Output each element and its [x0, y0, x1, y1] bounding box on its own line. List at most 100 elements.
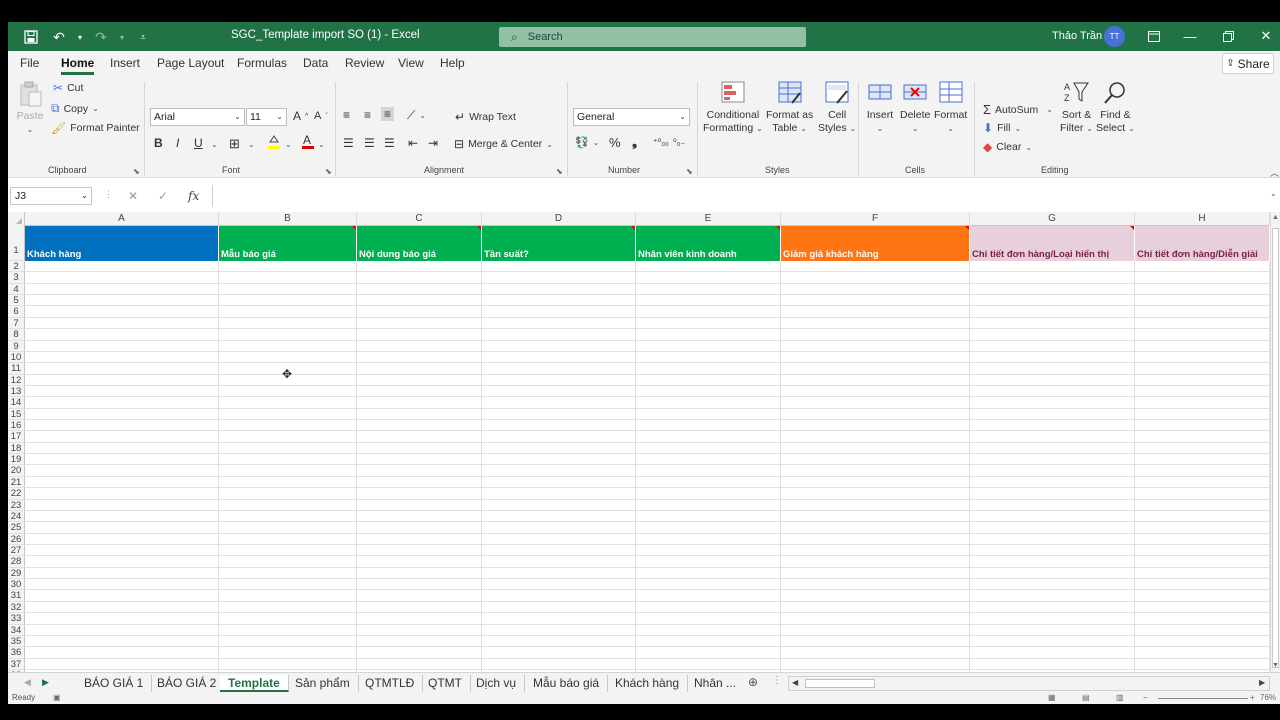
vertical-scrollbar[interactable]: ▲ ▼	[1270, 212, 1280, 672]
wrap-text-button[interactable]: ↵ Wrap Text	[455, 110, 516, 124]
sheet-tab-qtmt[interactable]: QTMT	[420, 675, 471, 692]
align-right-icon[interactable]: ☰	[384, 136, 395, 150]
row-header[interactable]: 10	[8, 351, 25, 364]
row-header[interactable]: 24	[8, 510, 25, 523]
row-header[interactable]: 20	[8, 465, 25, 477]
horizontal-scrollbar[interactable]: ◀ ▶	[788, 676, 1270, 691]
expand-formula-bar-icon[interactable]: ⌄	[1270, 189, 1277, 198]
scroll-right-icon[interactable]: ▶	[1259, 678, 1265, 687]
conditional-formatting-button[interactable]: Conditional Formatting ⌄	[703, 79, 763, 135]
underline-icon[interactable]: U	[194, 136, 203, 150]
macro-record-icon[interactable]: ▣	[53, 693, 61, 702]
row-header[interactable]: 36	[8, 647, 25, 659]
tab-view[interactable]: View	[398, 56, 424, 70]
row-header[interactable]: 15	[8, 408, 25, 421]
row-header[interactable]: 17	[8, 431, 25, 443]
orientation-icon[interactable]: ⟋ ⌄	[407, 108, 426, 123]
sheet-tab-bao-gia-2[interactable]: BÁO GIÁ 2	[149, 675, 226, 692]
header-cell[interactable]: Khách hàng	[25, 226, 219, 261]
sheet-tab-bao-gia-1[interactable]: BÁO GIÁ 1	[76, 675, 153, 692]
name-box[interactable]: J3 ⌄	[10, 187, 92, 205]
column-header-c[interactable]: C	[357, 212, 482, 226]
column-header-e[interactable]: E	[636, 212, 781, 226]
clear-button[interactable]: ◆ Clear ⌄	[983, 140, 1032, 154]
autosum-button[interactable]: Σ AutoSum ⌄	[983, 102, 1053, 117]
page-break-view-icon[interactable]: ▥	[1116, 693, 1124, 702]
row-header[interactable]: 35	[8, 635, 25, 648]
restore-icon[interactable]	[1216, 26, 1240, 46]
comma-style-icon[interactable]: ❟	[632, 134, 637, 150]
row-header[interactable]: 34	[8, 624, 25, 636]
font-size-combo[interactable]: 11 ⌄	[246, 108, 287, 126]
row-header[interactable]: 5	[8, 295, 25, 307]
font-name-combo[interactable]: Arial ⌄	[150, 108, 245, 126]
avatar[interactable]: TT	[1104, 26, 1125, 47]
row-header[interactable]: 33	[8, 613, 25, 625]
row-header[interactable]: 27	[8, 545, 25, 557]
header-cell[interactable]: Chi tiết đơn hàng/Loại hiển thị	[970, 226, 1135, 261]
copy-button[interactable]: ⧉ Copy ⌄	[51, 101, 99, 116]
share-button[interactable]: ⇪ Share	[1222, 53, 1274, 74]
next-sheet-icon[interactable]: ▶	[42, 677, 49, 688]
fill-button[interactable]: ⬇ Fill ⌄	[983, 121, 1021, 135]
row-header[interactable]: 26	[8, 533, 25, 545]
column-header-g[interactable]: G	[970, 212, 1135, 226]
accounting-format-icon[interactable]: 💱 ⌄	[575, 136, 599, 149]
row-header[interactable]: 18	[8, 442, 25, 455]
previous-sheet-icon[interactable]: ◀	[24, 677, 31, 688]
increase-decimal-icon[interactable]: ⁺⁰₀₀	[653, 137, 669, 148]
zoom-level[interactable]: 76%	[1260, 693, 1276, 702]
worksheet-grid[interactable]: A B C D E F G H Khách hàng Mẫu báo giá Nội…	[8, 212, 1280, 672]
tab-data[interactable]: Data	[303, 56, 328, 70]
vertical-scroll-thumb[interactable]	[1272, 228, 1279, 668]
column-header-b[interactable]: B	[219, 212, 357, 226]
horizontal-scroll-thumb[interactable]	[805, 679, 875, 688]
user-name[interactable]: Thảo Trần	[1052, 30, 1102, 42]
chevron-down-icon[interactable]: ⌄	[248, 140, 255, 149]
chevron-down-icon[interactable]: ▾	[76, 27, 84, 47]
header-cell[interactable]: Nhân viên kinh doanh	[636, 226, 781, 261]
row-header[interactable]: 2	[8, 261, 25, 273]
percent-icon[interactable]: %	[609, 135, 621, 150]
row-header[interactable]: 9	[8, 340, 25, 352]
row-header[interactable]: 11	[8, 363, 25, 375]
sheet-tab-dich-vu[interactable]: Dịch vụ	[468, 675, 526, 692]
row-header[interactable]: 12	[8, 374, 25, 386]
decrease-decimal-icon[interactable]: ⁰₀₋	[673, 137, 685, 148]
row-header[interactable]: 37	[8, 658, 25, 670]
enter-check-icon[interactable]: ✓	[158, 189, 168, 203]
add-sheet-icon[interactable]: ⊕	[748, 675, 758, 689]
insert-cells-button[interactable]: Insert ⌄	[866, 79, 894, 135]
column-header-a[interactable]: A	[25, 212, 219, 226]
number-format-combo[interactable]: General ⌄	[573, 108, 690, 126]
align-top-icon[interactable]: ≡	[343, 108, 350, 122]
row-header[interactable]: 1	[8, 226, 25, 261]
sort-filter-button[interactable]: AZ Sort & Filter ⌄	[1060, 79, 1093, 135]
zoom-out-icon[interactable]: −	[1143, 693, 1148, 702]
row-header[interactable]: 29	[8, 567, 25, 580]
row-header[interactable]: 22	[8, 488, 25, 500]
merge-center-button[interactable]: ⊟ Merge & Center ⌄	[454, 137, 553, 151]
collapse-ribbon-icon[interactable]: ︿	[1270, 166, 1279, 179]
ribbon-display-options-icon[interactable]	[1142, 26, 1166, 46]
sheet-tab-mau-bao-gia[interactable]: Mẫu báo giá	[525, 675, 609, 692]
column-header-d[interactable]: D	[482, 212, 636, 226]
chevron-down-icon[interactable]: ▾	[118, 27, 126, 47]
insert-function-icon[interactable]: fx	[188, 189, 199, 203]
scroll-down-icon[interactable]: ▼	[1272, 662, 1279, 669]
dialog-launcher-icon[interactable]: ⬊	[686, 167, 693, 176]
find-select-button[interactable]: Find & Select ⌄	[1096, 79, 1135, 135]
tab-review[interactable]: Review	[345, 56, 384, 70]
row-header[interactable]: 32	[8, 601, 25, 614]
formula-input[interactable]	[212, 185, 1272, 207]
header-cell[interactable]: Tần suất?	[482, 226, 636, 261]
font-color-icon[interactable]: A	[301, 133, 315, 150]
redo-icon[interactable]: ↷	[90, 27, 112, 47]
paste-button[interactable]: Paste ⌄	[16, 80, 44, 136]
decrease-font-size-icon[interactable]: Aˇ	[314, 110, 328, 122]
customize-qat-icon[interactable]: ⩡	[132, 27, 154, 47]
header-cell[interactable]: Mẫu báo giá	[219, 226, 357, 261]
cut-button[interactable]: ✂ Cut	[53, 81, 83, 95]
undo-icon[interactable]: ↶	[48, 27, 70, 47]
fill-color-icon[interactable]	[267, 134, 281, 150]
